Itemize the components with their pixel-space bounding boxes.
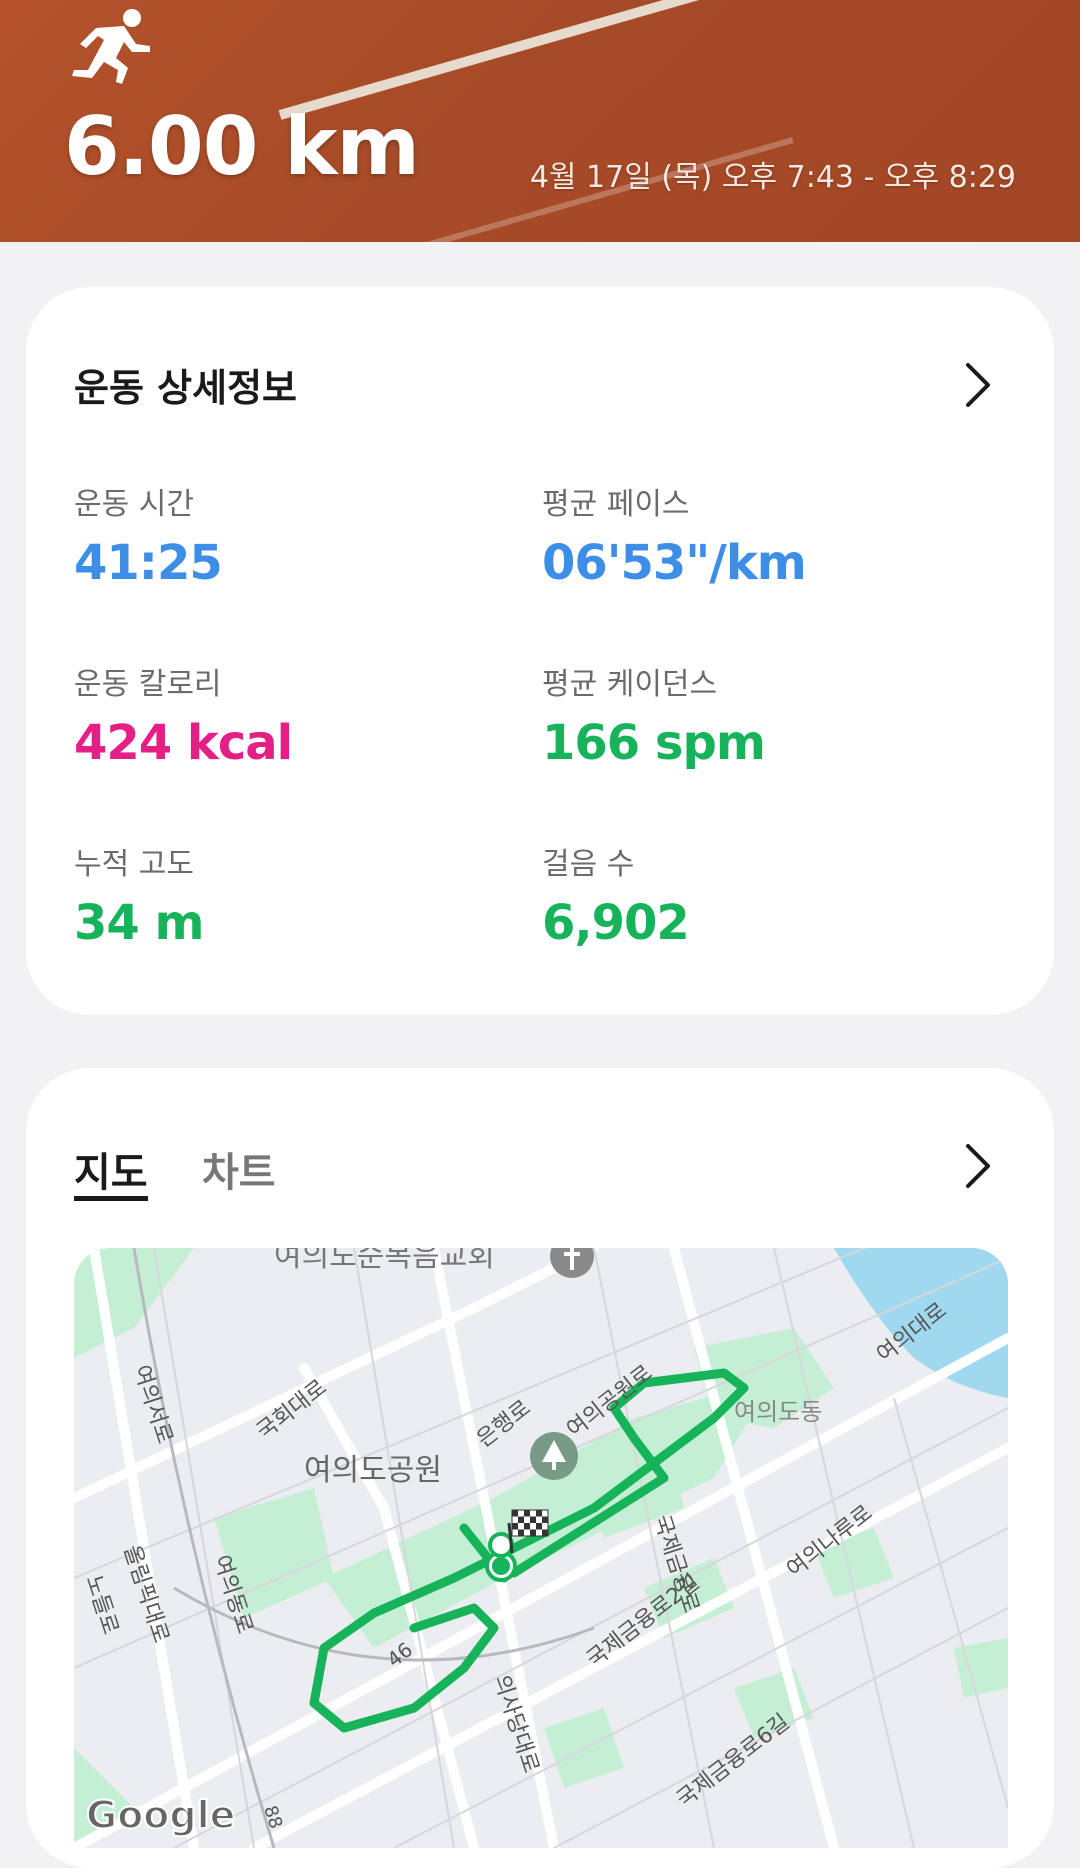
tab-selected-indicator bbox=[74, 1196, 148, 1201]
stat-average-pace: 평균 페이스 06'53"/km bbox=[542, 479, 807, 591]
stat-value: 6,902 bbox=[542, 895, 690, 951]
details-title: 운동 상세정보 bbox=[74, 366, 297, 410]
chevron-right-icon[interactable] bbox=[958, 1140, 998, 1192]
workout-header: 6.00 km 4월 17일 (목) 오후 7:43 - 오후 8:29 bbox=[0, 0, 1080, 242]
stat-elevation-gain: 누적 고도 34 m bbox=[74, 839, 205, 951]
stat-value: 06'53"/km bbox=[542, 535, 807, 591]
stat-value: 34 m bbox=[74, 895, 205, 951]
stat-average-cadence: 평균 케이던스 166 spm bbox=[542, 659, 766, 771]
total-distance: 6.00 km bbox=[64, 100, 420, 193]
tab-chart[interactable]: 차트 bbox=[202, 1140, 276, 1198]
route-map[interactable]: 여의도순복음교회 여의도공원 여의도동 여의대로 여의서로 국회대로 은행로 여… bbox=[74, 1248, 1008, 1848]
stat-label: 누적 고도 bbox=[74, 847, 194, 882]
svg-text:여의도공원: 여의도공원 bbox=[304, 1453, 442, 1488]
stat-label: 평균 페이스 bbox=[542, 487, 690, 522]
workout-details-card[interactable]: 운동 상세정보 운동 시간 41:25 평균 페이스 06'53"/km 운동 … bbox=[26, 287, 1054, 1015]
stat-label: 운동 시간 bbox=[74, 487, 194, 522]
map-canvas[interactable]: 여의도순복음교회 여의도공원 여의도동 여의대로 여의서로 국회대로 은행로 여… bbox=[74, 1248, 1008, 1848]
workout-datetime: 4월 17일 (목) 오후 7:43 - 오후 8:29 bbox=[529, 160, 1016, 195]
stat-steps: 걸음 수 6,902 bbox=[542, 839, 690, 951]
google-logo: Google bbox=[86, 1793, 235, 1837]
stat-value: 41:25 bbox=[74, 535, 223, 591]
map-chart-card: 지도 차트 여의도순복음교회 여의도공원 여의도동 여의대로 여의서로 국회대로… bbox=[26, 1068, 1054, 1868]
chevron-right-icon[interactable] bbox=[958, 359, 998, 411]
running-icon bbox=[72, 9, 150, 84]
tab-map[interactable]: 지도 bbox=[74, 1140, 148, 1198]
stat-label: 운동 칼로리 bbox=[74, 667, 222, 702]
svg-text:여의도순복음교회: 여의도순복음교회 bbox=[274, 1248, 495, 1274]
svg-text:여의도동: 여의도동 bbox=[734, 1398, 822, 1426]
park-pin-icon bbox=[530, 1432, 578, 1480]
stat-label: 걸음 수 bbox=[542, 847, 635, 882]
stat-label: 평균 케이던스 bbox=[542, 667, 718, 702]
stat-calories: 운동 칼로리 424 kcal bbox=[74, 659, 293, 771]
stat-value: 424 kcal bbox=[74, 715, 293, 771]
stat-value: 166 spm bbox=[542, 715, 766, 771]
stat-workout-time: 운동 시간 41:25 bbox=[74, 479, 223, 591]
